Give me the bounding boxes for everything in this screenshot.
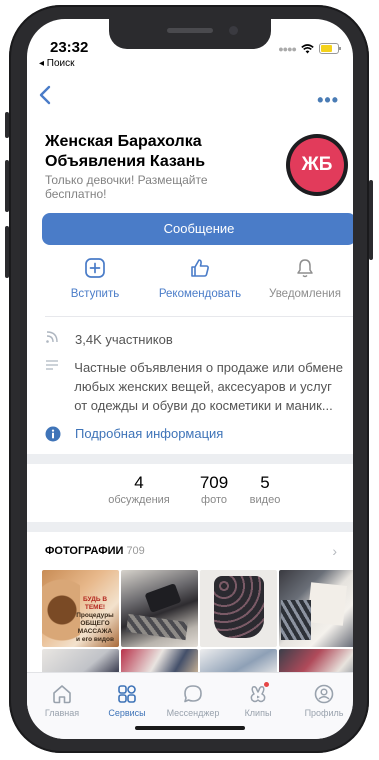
more-menu-icon[interactable]: ••• [317, 90, 339, 111]
screen: 23:32 ◂ Поиск ●●●● ••• Женская Барахолка… [27, 19, 353, 739]
tab-messenger-label: Мессенджер [166, 708, 220, 718]
counter-photos-value: 709 [199, 473, 229, 492]
tab-home[interactable]: Главная [31, 683, 93, 718]
wifi-icon [301, 43, 314, 53]
tab-clips-label: Клипы [244, 708, 272, 718]
group-description: Частные объявления о продаже или обмене … [74, 360, 344, 413]
power-button [369, 180, 373, 260]
counter-videos-label: видео [249, 494, 281, 506]
photo-thumbnail[interactable] [200, 570, 277, 647]
recommend-label: Рекомендовать [158, 288, 242, 300]
info-circle-icon [45, 426, 63, 445]
profile-icon [314, 684, 334, 704]
rss-icon [45, 330, 63, 347]
group-avatar[interactable]: ЖБ [286, 134, 348, 196]
details-row[interactable]: Подробная информация [45, 426, 223, 445]
notifications-label: Уведомления [269, 288, 341, 300]
photos-header[interactable]: ФОТОГРАФИИ 709 [45, 545, 145, 557]
navbar: ••• [27, 85, 353, 111]
tab-clips[interactable]: Клипы [227, 682, 289, 718]
status-back-to-app[interactable]: ◂ Поиск [39, 58, 75, 69]
counter-videos-value: 5 [260, 473, 270, 492]
home-icon [53, 685, 71, 704]
join-label: Вступить [70, 288, 120, 300]
members-row[interactable]: 3,4K участников [45, 330, 173, 349]
counter-discussions-value: 4 [134, 473, 144, 492]
speaker [167, 28, 213, 33]
counter-discussions-label: обсуждения [108, 494, 170, 506]
status-icons: ●●●● [278, 43, 341, 54]
action-row: Вступить Рекомендовать Уведомления [27, 257, 353, 307]
members-count: 3,4K участников [75, 332, 173, 347]
tab-messenger[interactable]: Мессенджер [162, 683, 224, 718]
notifications-button[interactable]: Уведомления [263, 257, 347, 300]
group-title: Женская Барахолка Объявления Казань [45, 132, 265, 172]
front-camera [229, 26, 238, 35]
photo-thumbnail[interactable]: БУДЬ В ТЕМЕ! Процедуры ОБЩЕГО МАССАЖА и … [42, 570, 119, 647]
tab-services-label: Сервисы [108, 708, 146, 718]
tab-profile-label: Профиль [304, 708, 344, 718]
group-title-line1: Женская Барахолка [45, 133, 202, 150]
group-title-line2: Объявления Казань [45, 153, 206, 170]
signal-icon: ●●●● [278, 43, 297, 54]
photo-thumbnail[interactable] [121, 570, 198, 647]
counter-videos[interactable]: 5 видео [239, 473, 291, 506]
plus-square-icon [85, 258, 105, 278]
notch [109, 19, 271, 49]
section-gap [27, 454, 353, 464]
description-row[interactable]: Частные объявления о продаже или обмене … [45, 358, 345, 415]
counter-discussions[interactable]: 4 обсуждения [99, 473, 179, 506]
photos-count: 709 [126, 545, 145, 557]
chevron-right-icon[interactable]: › [332, 543, 337, 559]
join-button[interactable]: Вступить [55, 257, 135, 300]
volume-down-button [5, 226, 9, 278]
tab-profile[interactable]: Профиль [293, 683, 353, 718]
status-time: 23:32 [50, 39, 89, 56]
notification-dot [264, 682, 269, 687]
thumbs-up-icon [191, 259, 209, 277]
promo-text: БУДЬ В ТЕМЕ! Процедуры ОБЩЕГО МАССАЖА и … [76, 596, 114, 643]
chat-bubble-icon [184, 685, 202, 703]
group-status: Только девочки! Размещайте бесплатно! [45, 173, 208, 201]
bell-icon [297, 259, 313, 278]
home-indicator [135, 726, 245, 730]
avatar-text: ЖБ [290, 138, 344, 192]
recommend-button[interactable]: Рекомендовать [150, 257, 250, 300]
tab-home-label: Главная [44, 708, 80, 718]
photos-title: ФОТОГРАФИИ [45, 545, 124, 557]
volume-up-button [5, 160, 9, 212]
services-grid-icon [118, 685, 136, 703]
counter-photos-label: фото [201, 494, 227, 506]
text-lines-icon [45, 358, 62, 375]
section-gap [27, 522, 353, 532]
battery-icon [319, 43, 341, 54]
divider [45, 316, 353, 317]
counters: 4 обсуждения 709 фото 5 видео [27, 473, 353, 517]
mute-switch [5, 112, 9, 138]
back-chevron-icon[interactable] [39, 85, 51, 105]
message-button[interactable]: Сообщение [42, 213, 353, 245]
details-link[interactable]: Подробная информация [75, 426, 223, 441]
counter-photos[interactable]: 709 фото [184, 473, 244, 506]
tab-services[interactable]: Сервисы [96, 683, 158, 718]
photo-thumbnail[interactable] [279, 570, 353, 647]
